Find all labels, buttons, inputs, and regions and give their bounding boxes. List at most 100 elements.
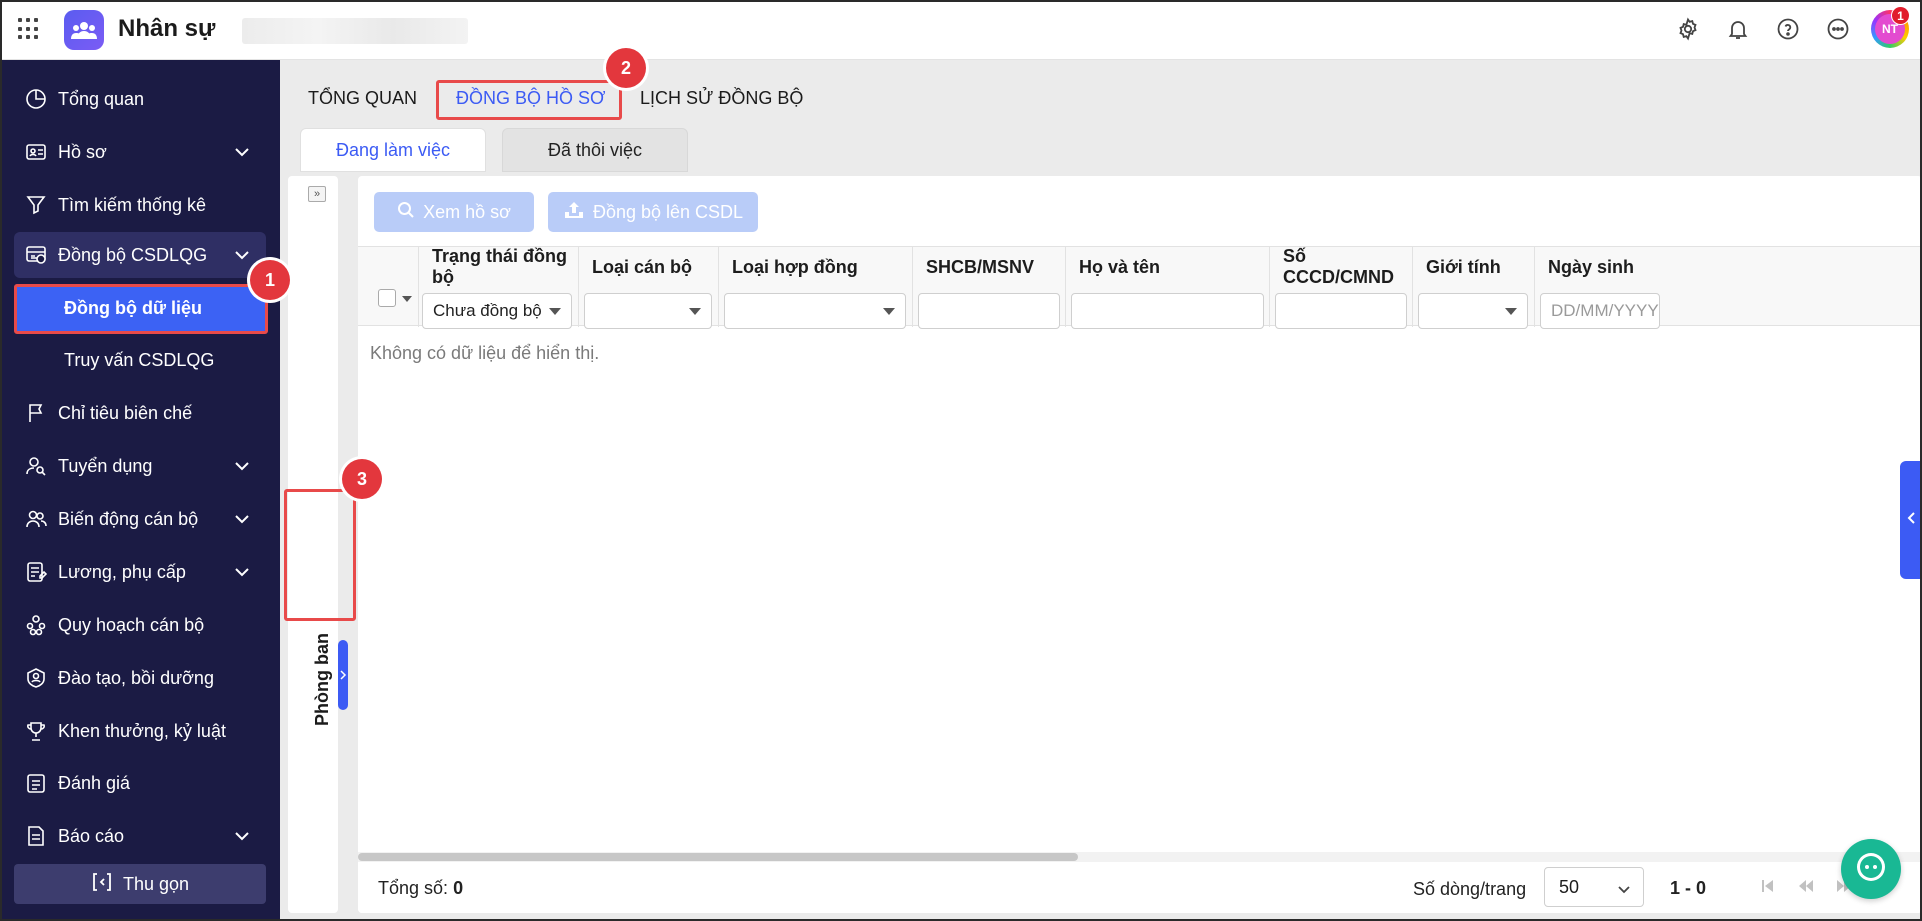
double-chevron-right-icon[interactable]: » xyxy=(308,186,326,202)
search-icon xyxy=(397,201,415,224)
chevron-down-icon xyxy=(1617,880,1631,901)
full-name-filter[interactable] xyxy=(1071,293,1264,329)
tab-overview[interactable]: TỔNG QUAN xyxy=(308,88,417,109)
step-marker-3: 3 xyxy=(342,459,382,499)
scrollbar-thumb[interactable] xyxy=(358,853,1078,861)
main-area: TỔNG QUAN ĐỒNG BỘ HỒ SƠ LỊCH SỬ ĐỒNG BỘ … xyxy=(280,48,1922,921)
sidebar-subitem-query-csdlqg[interactable]: Truy vấn CSDLQG xyxy=(14,336,266,384)
rows-per-page-select[interactable]: 50 xyxy=(1544,867,1644,907)
step-marker-1: 1 xyxy=(250,260,290,300)
dob-filter[interactable]: DD/MM/YYYY xyxy=(1540,293,1660,329)
sidebar-item-label: Quy hoạch cán bộ xyxy=(58,614,205,635)
column-header-staff-code[interactable]: SHCB/MSNV xyxy=(912,247,1065,287)
sidebar-item-label: Đào tạo, bồi dưỡng xyxy=(58,667,214,688)
sidebar-subitem-label: Truy vấn CSDLQG xyxy=(64,349,215,370)
sidebar-item-salary[interactable]: Lương, phụ cấp xyxy=(14,549,266,595)
users-icon xyxy=(24,507,48,531)
chevron-down-icon xyxy=(232,142,252,167)
horizontal-scrollbar[interactable] xyxy=(358,852,1922,862)
column-header-contract-type[interactable]: Loại hợp đồng xyxy=(718,247,912,287)
sidebar-item-evaluation[interactable]: Đánh giá xyxy=(14,760,266,806)
sidebar-item-search-stats[interactable]: Tìm kiếm thống kê xyxy=(14,182,266,228)
column-header-staff-type[interactable]: Loại cán bộ xyxy=(578,247,718,287)
redacted-org-name xyxy=(242,18,468,44)
sidebar-item-staffing-quota[interactable]: Chỉ tiêu biên chế xyxy=(14,390,266,436)
collapse-sidebar-button[interactable]: Thu gọn xyxy=(14,864,266,904)
report-icon xyxy=(24,824,48,848)
view-profile-button[interactable]: Xem hồ sơ xyxy=(374,192,534,232)
gender-filter[interactable] xyxy=(1418,293,1528,329)
notification-badge: 1 xyxy=(1891,6,1910,25)
collapse-icon xyxy=(91,871,113,898)
subtab-working[interactable]: Đang làm việc xyxy=(300,128,486,172)
document-edit-icon xyxy=(24,560,48,584)
table-header: Trạng thái đồng bộ Loại cán bộ Loại hợp … xyxy=(358,246,1922,329)
column-header-sync-status[interactable]: Trạng thái đồng bộ xyxy=(418,246,578,287)
bell-icon[interactable] xyxy=(1724,15,1752,43)
tab-sync-history[interactable]: LỊCH SỬ ĐỒNG BỘ xyxy=(640,88,803,109)
column-header-full-name[interactable]: Họ và tên xyxy=(1065,247,1269,287)
chat-button[interactable] xyxy=(1841,839,1901,899)
caret-down-icon[interactable] xyxy=(402,296,412,302)
sidebar-item-overview[interactable]: Tổng quan xyxy=(14,76,266,122)
prev-page-icon[interactable] xyxy=(1798,878,1814,898)
sidebar-item-rewards[interactable]: Khen thưởng, kỷ luật xyxy=(14,708,266,754)
caret-down-icon xyxy=(549,308,561,315)
chevron-down-icon xyxy=(232,245,252,270)
subtab-resigned[interactable]: Đã thôi việc xyxy=(502,128,688,172)
sidebar-item-label: Tuyển dụng xyxy=(58,455,153,476)
first-page-icon[interactable] xyxy=(1761,878,1775,898)
column-header-id-number[interactable]: Số CCCD/CMND xyxy=(1269,246,1412,287)
sidebar-item-profile[interactable]: Hồ sơ xyxy=(14,129,266,175)
gear-icon[interactable] xyxy=(1674,15,1702,43)
highlight-box-1 xyxy=(14,284,268,334)
sidebar: Tổng quan Hồ sơ Tìm kiếm thống kê Đồng b… xyxy=(0,60,290,921)
sidebar-item-label: Đánh giá xyxy=(58,772,131,793)
sync-status-filter[interactable]: Chưa đồng bộ xyxy=(422,293,572,329)
sidebar-item-recruitment[interactable]: Tuyển dụng xyxy=(14,443,266,489)
department-panel-label[interactable]: Phòng ban xyxy=(312,633,333,726)
collapse-label: Thu gọn xyxy=(122,873,190,894)
sync-to-db-button[interactable]: Đồng bộ lên CSDL xyxy=(548,192,758,232)
sidebar-item-label: Lương, phụ cấp xyxy=(58,561,186,582)
chevron-down-icon xyxy=(232,456,252,481)
page-range: 1 - 0 xyxy=(1670,878,1707,898)
chevron-left-icon xyxy=(1905,510,1917,531)
caret-down-icon xyxy=(689,308,701,315)
upload-icon xyxy=(563,200,585,225)
caret-down-icon xyxy=(883,308,895,315)
select-all-checkbox[interactable] xyxy=(378,289,396,307)
caret-down-icon xyxy=(1505,308,1517,315)
id-number-filter[interactable] xyxy=(1275,293,1407,329)
sidebar-item-label: Khen thưởng, kỷ luật xyxy=(58,720,226,741)
sidebar-item-staff-planning[interactable]: Quy hoạch cán bộ xyxy=(14,602,266,648)
sidebar-item-reports[interactable]: Báo cáo xyxy=(14,813,266,859)
more-icon[interactable] xyxy=(1824,15,1852,43)
chevron-down-icon xyxy=(232,509,252,534)
app-launcher-icon[interactable] xyxy=(18,18,40,40)
column-header-dob[interactable]: Ngày sinh xyxy=(1534,247,1654,287)
total-count: Tổng số: 0 xyxy=(378,878,463,899)
staff-type-filter[interactable] xyxy=(584,293,712,329)
right-panel-toggle[interactable] xyxy=(1900,461,1922,579)
sidebar-item-label: Tìm kiếm thống kê xyxy=(58,194,207,215)
contract-type-filter[interactable] xyxy=(724,293,906,329)
sidebar-item-sync-csdlqg[interactable]: Đồng bộ CSDLQG xyxy=(14,232,266,278)
step-marker-2: 2 xyxy=(606,48,646,88)
rows-per-page-label: Số dòng/trang xyxy=(1413,879,1527,899)
app-title: Nhân sự xyxy=(118,15,216,42)
sidebar-item-label: Hồ sơ xyxy=(58,141,107,162)
sidebar-item-training[interactable]: Đào tạo, bồi dưỡng xyxy=(14,655,266,701)
sidebar-item-label: Báo cáo xyxy=(58,825,125,846)
column-header-gender[interactable]: Giới tính xyxy=(1412,247,1534,287)
total-value: 0 xyxy=(453,878,464,898)
filter-icon xyxy=(24,193,48,217)
chevron-down-icon xyxy=(232,562,252,587)
staff-code-filter[interactable] xyxy=(918,293,1060,329)
sidebar-item-staff-changes[interactable]: Biến động cán bộ xyxy=(14,496,266,542)
department-panel-toggle[interactable] xyxy=(338,640,348,710)
sidebar-item-label: Đồng bộ CSDLQG xyxy=(58,244,208,265)
chevron-down-icon xyxy=(232,826,252,851)
id-card-icon xyxy=(24,140,48,164)
help-icon[interactable] xyxy=(1774,15,1802,43)
